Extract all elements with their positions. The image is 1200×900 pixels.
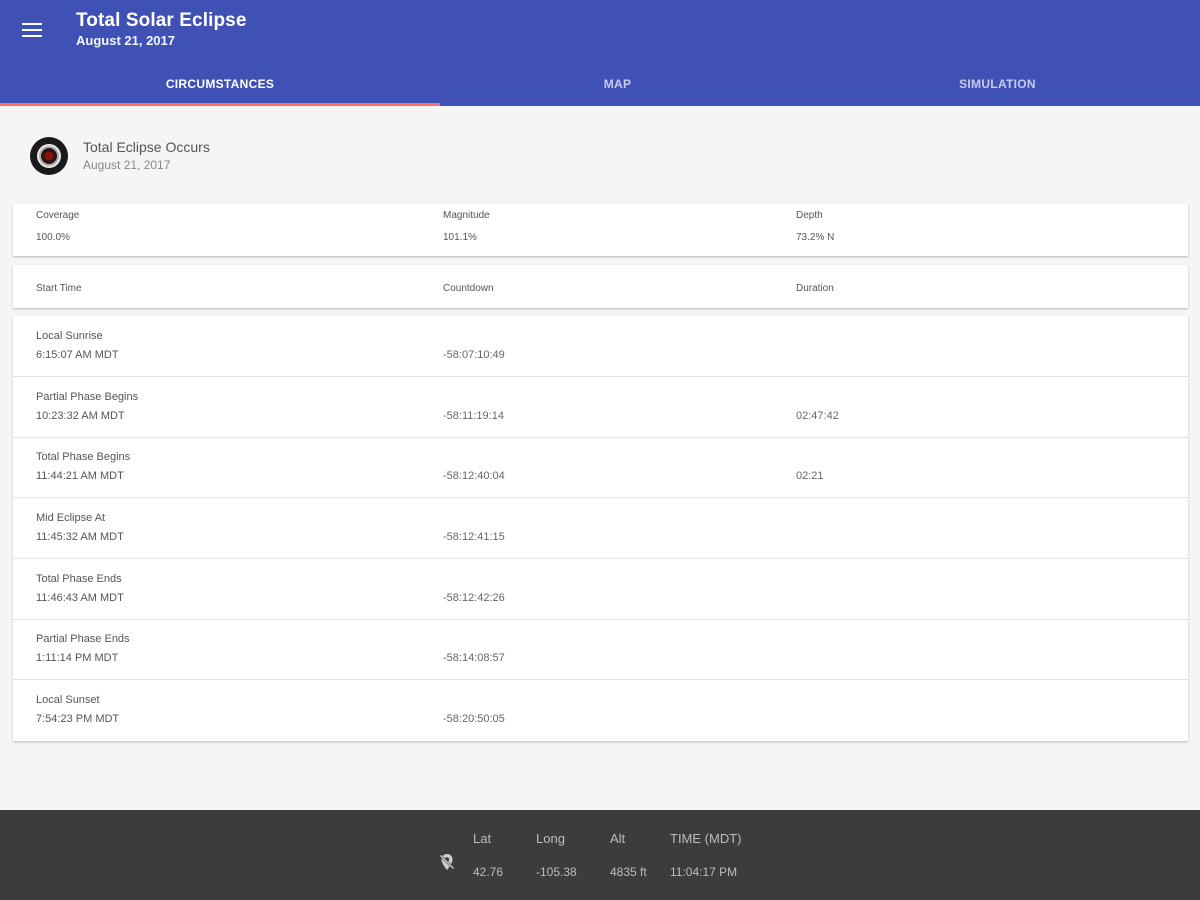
event-title: Total Eclipse Occurs [83, 139, 210, 155]
long-value: -105.38 [536, 865, 577, 879]
list-item: Partial Phase Ends 1:11:14 PM MDT -58:14… [13, 619, 1188, 680]
phase-name: Total Phase Begins [36, 451, 131, 463]
tab-map[interactable]: MAP [440, 62, 795, 106]
tab-simulation[interactable]: SIMULATION [795, 62, 1200, 106]
alt-value: 4835 ft [610, 865, 647, 879]
alt-label: Alt [610, 831, 626, 846]
duration-header: Duration [796, 283, 834, 294]
time-label: TIME (MDT) [670, 831, 742, 846]
phase-countdown: -58:14:08:57 [443, 652, 505, 664]
list-item: Partial Phase Begins 10:23:32 AM MDT -58… [13, 377, 1188, 438]
phase-countdown: -58:12:40:04 [443, 470, 505, 482]
phase-countdown: -58:11:19:14 [443, 410, 504, 422]
coverage-value: 100.0% [36, 232, 70, 243]
phase-time: 11:46:43 AM MDT [36, 592, 124, 604]
table-header: Start Time Countdown Duration [13, 265, 1188, 308]
location-bar [0, 810, 1200, 900]
phase-name: Total Phase Ends [36, 573, 122, 585]
phase-name: Local Sunset [36, 694, 100, 706]
phase-name: Partial Phase Begins [36, 391, 139, 403]
countdown-header: Countdown [443, 283, 494, 294]
phase-time: 10:23:32 AM MDT [36, 410, 125, 422]
depth-value: 73.2% N [796, 232, 835, 243]
depth-label: Depth [796, 210, 823, 221]
list-item: Local Sunrise 6:15:07 AM MDT -58:07:10:4… [13, 316, 1188, 377]
tab-bar: CIRCUMSTANCES MAP SIMULATION [0, 62, 1200, 106]
menu-icon[interactable] [20, 17, 46, 43]
magnitude-label: Magnitude [443, 210, 490, 221]
list-item: Total Phase Begins 11:44:21 AM MDT -58:1… [13, 437, 1188, 498]
list-item: Mid Eclipse At 11:45:32 AM MDT -58:12:41… [13, 498, 1188, 559]
time-value: 11:04:17 PM [670, 865, 738, 879]
app-title: Total Solar Eclipse [76, 10, 247, 31]
phase-countdown: -58:12:42:26 [443, 592, 505, 604]
lat-label: Lat [473, 831, 492, 846]
coverage-label: Coverage [36, 210, 80, 221]
event-date: August 21, 2017 [83, 158, 171, 172]
start-time-header: Start Time [36, 283, 82, 294]
phase-time: 11:45:32 AM MDT [36, 531, 124, 543]
phase-countdown: -58:20:50:05 [443, 713, 505, 725]
magnitude-value: 101.1% [443, 232, 477, 243]
phase-time: 11:44:21 AM MDT [36, 470, 124, 482]
phase-name: Local Sunrise [36, 330, 103, 342]
phase-duration: 02:21 [796, 470, 824, 482]
phase-duration: 02:47:42 [796, 410, 839, 422]
lat-value: 42.76 [473, 865, 504, 879]
phases-list: Local Sunrise 6:15:07 AM MDT -58:07:10:4… [13, 316, 1188, 741]
tab-circumstances[interactable]: CIRCUMSTANCES [0, 62, 440, 106]
list-item: Local Sunset 7:54:23 PM MDT -58:20:50:05 [13, 680, 1188, 741]
phase-countdown: -58:12:41:15 [443, 531, 505, 543]
phase-name: Partial Phase Ends [36, 633, 130, 645]
app-subtitle: August 21, 2017 [76, 33, 175, 48]
phase-countdown: -58:07:10:49 [443, 349, 505, 361]
app-bar: Total Solar Eclipse August 21, 2017 CIRC… [0, 0, 1200, 106]
phase-name: Mid Eclipse At [36, 512, 106, 524]
phase-time: 6:15:07 AM MDT [36, 349, 119, 361]
stats-card: Coverage 100.0% Magnitude 101.1% Depth 7… [13, 204, 1188, 256]
list-item: Total Phase Ends 11:46:43 AM MDT -58:12:… [13, 559, 1188, 620]
eclipse-icon [30, 137, 68, 175]
long-label: Long [536, 831, 565, 846]
phase-time: 7:54:23 PM MDT [36, 713, 120, 725]
phase-time: 1:11:14 PM MDT [36, 652, 119, 664]
location-off-icon[interactable] [438, 852, 456, 872]
